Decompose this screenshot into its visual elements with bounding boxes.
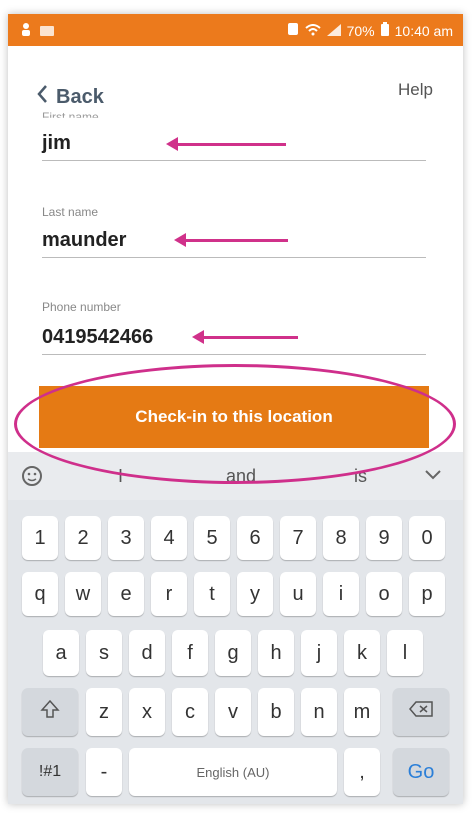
key-l[interactable]: l	[387, 630, 423, 676]
key-0[interactable]: 0	[409, 516, 445, 560]
key-5[interactable]: 5	[194, 516, 230, 560]
back-button[interactable]: Back	[36, 84, 104, 110]
symbols-key[interactable]: !#1	[22, 748, 78, 796]
suggestion-2[interactable]: and	[226, 466, 256, 487]
key-o[interactable]: o	[366, 572, 402, 616]
checkin-button[interactable]: Check-in to this location	[39, 386, 429, 448]
status-bar: 70% 10:40 am	[8, 14, 463, 46]
suggestion-bar: I and is	[8, 452, 463, 500]
backspace-key[interactable]	[393, 688, 449, 736]
battery-percent: 70%	[346, 22, 375, 39]
battery-icon	[380, 22, 389, 39]
go-key[interactable]: Go	[393, 748, 449, 796]
key-u[interactable]: u	[280, 572, 316, 616]
key-a[interactable]: a	[43, 630, 79, 676]
suggestion-3[interactable]: is	[354, 466, 367, 487]
status-right: 70% 10:40 am	[287, 22, 453, 39]
status-time: 10:40 am	[394, 22, 453, 39]
go-key-label: Go	[407, 760, 435, 783]
shift-icon	[40, 699, 60, 725]
first-name-field[interactable]: jim	[42, 132, 71, 155]
key-w[interactable]: w	[65, 572, 101, 616]
key-6[interactable]: 6	[237, 516, 273, 560]
keyboard: 1 2 3 4 5 6 7 8 9 0 q w e r t y u i o p …	[8, 500, 463, 804]
last-name-underline	[42, 257, 426, 258]
key-h[interactable]: h	[258, 630, 294, 676]
key-7[interactable]: 7	[280, 516, 316, 560]
alarm-icon	[287, 22, 299, 39]
phone-number-field[interactable]: 0419542466	[42, 326, 153, 349]
key-z[interactable]: z	[86, 688, 122, 736]
annotation-arrow-phone	[192, 330, 298, 344]
space-bar[interactable]: English (AU)	[129, 748, 337, 796]
key-d[interactable]: d	[129, 630, 165, 676]
key-r[interactable]: r	[151, 572, 187, 616]
first-name-underline	[42, 160, 426, 161]
key-k[interactable]: k	[344, 630, 380, 676]
key-n[interactable]: n	[301, 688, 337, 736]
backspace-icon	[408, 700, 434, 724]
key-j[interactable]: j	[301, 630, 337, 676]
key-m[interactable]: m	[344, 688, 380, 736]
wifi-icon	[304, 23, 321, 39]
key-t[interactable]: t	[194, 572, 230, 616]
key-b[interactable]: b	[258, 688, 294, 736]
key-v[interactable]: v	[215, 688, 251, 736]
phone-number-underline	[42, 354, 426, 355]
annotation-arrow-last-name	[174, 233, 288, 247]
key-i[interactable]: i	[323, 572, 359, 616]
suggestion-1[interactable]: I	[118, 466, 123, 487]
key-y[interactable]: y	[237, 572, 273, 616]
back-label: Back	[56, 85, 104, 108]
annotation-arrow-first-name	[166, 137, 286, 151]
key-9[interactable]: 9	[366, 516, 402, 560]
key-g[interactable]: g	[215, 630, 251, 676]
key-c[interactable]: c	[172, 688, 208, 736]
phone-number-label: Phone number	[42, 300, 121, 314]
emoji-icon[interactable]	[20, 464, 44, 493]
key-q[interactable]: q	[22, 572, 58, 616]
key-1[interactable]: 1	[22, 516, 58, 560]
person-icon	[20, 22, 32, 39]
key-2[interactable]: 2	[65, 516, 101, 560]
message-icon	[40, 23, 54, 39]
shift-key[interactable]	[22, 688, 78, 736]
first-name-label: First name	[42, 110, 99, 124]
key-f[interactable]: f	[172, 630, 208, 676]
key-3[interactable]: 3	[108, 516, 144, 560]
key-s[interactable]: s	[86, 630, 122, 676]
chevron-left-icon	[36, 84, 48, 110]
last-name-field[interactable]: maunder	[42, 229, 126, 252]
chevron-down-icon[interactable]	[424, 466, 442, 487]
help-link[interactable]: Help	[398, 80, 433, 100]
comma-key[interactable]: ,	[344, 748, 380, 796]
key-x[interactable]: x	[129, 688, 165, 736]
key-8[interactable]: 8	[323, 516, 359, 560]
phone-screen: 70% 10:40 am Back Help First name jim La…	[8, 14, 463, 804]
dash-key[interactable]: -	[86, 748, 122, 796]
key-4[interactable]: 4	[151, 516, 187, 560]
key-p[interactable]: p	[409, 572, 445, 616]
signal-icon	[326, 23, 341, 39]
status-left	[20, 22, 54, 39]
key-e[interactable]: e	[108, 572, 144, 616]
last-name-label: Last name	[42, 205, 99, 219]
